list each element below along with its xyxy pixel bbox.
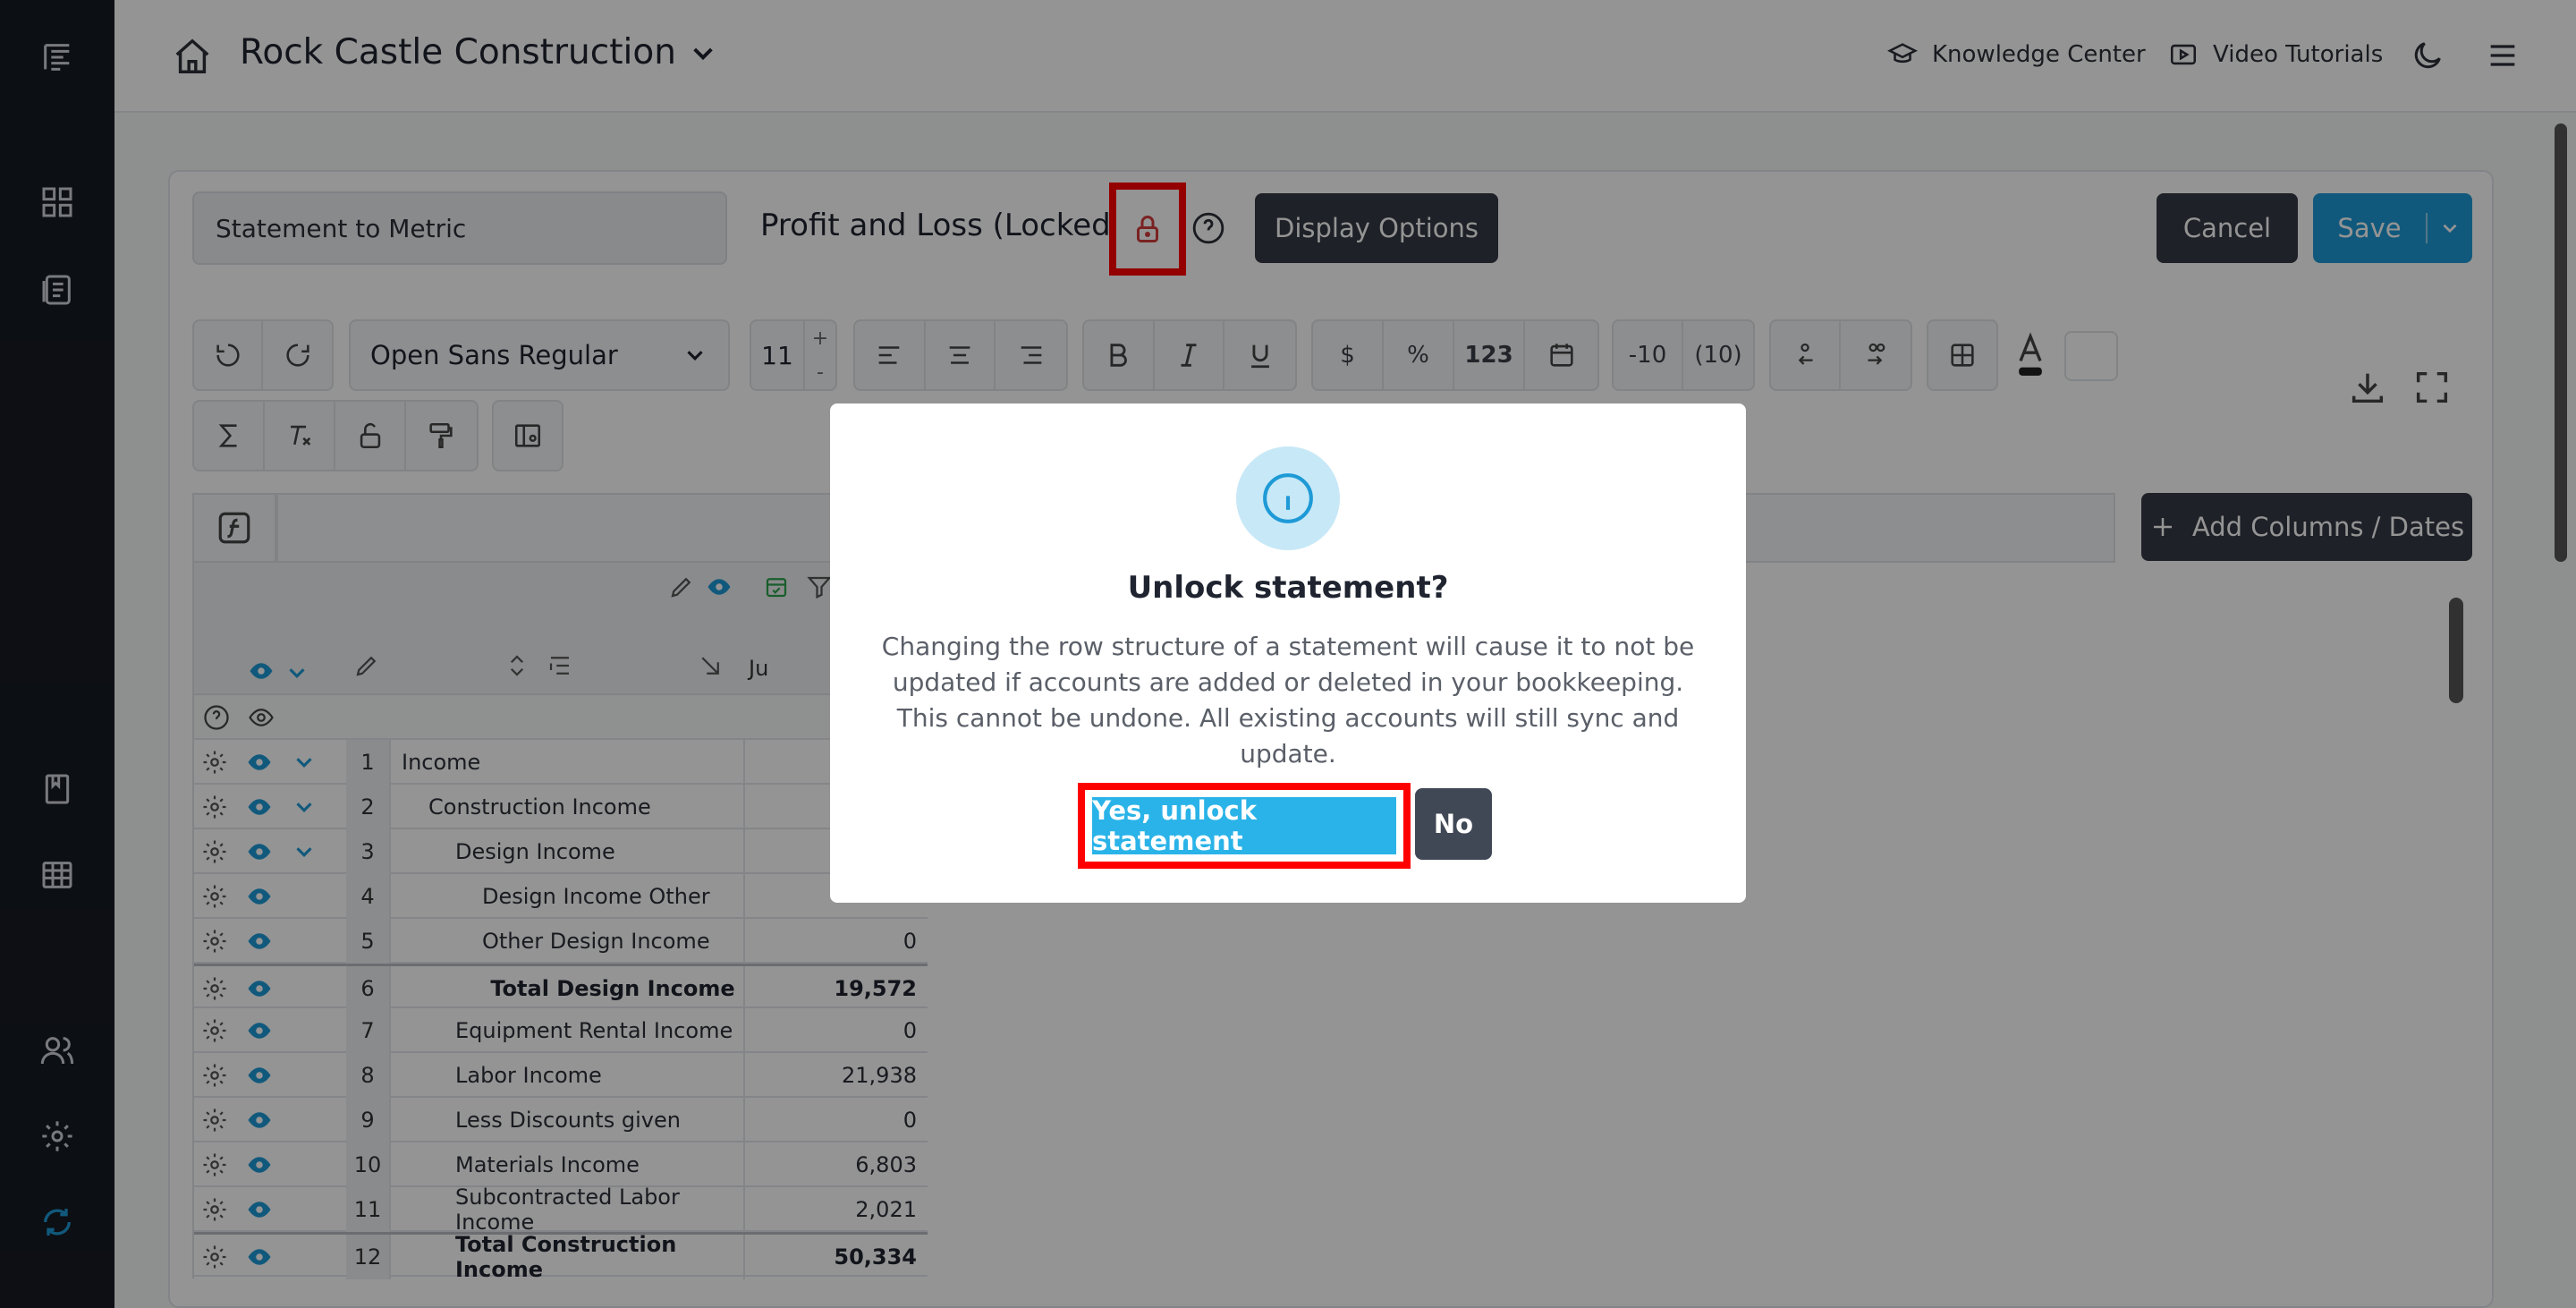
yes-unlock-button[interactable]: Yes, unlock statement	[1092, 795, 1396, 856]
dialog-message: Changing the row structure of a statemen…	[881, 632, 1695, 769]
yes-highlight: Yes, unlock statement	[1078, 783, 1411, 869]
no-button[interactable]: No	[1415, 788, 1492, 860]
unlock-dialog: Unlock statement? Changing the row struc…	[830, 403, 1746, 903]
info-icon	[1236, 446, 1340, 550]
dialog-title: Unlock statement?	[1127, 570, 1449, 606]
